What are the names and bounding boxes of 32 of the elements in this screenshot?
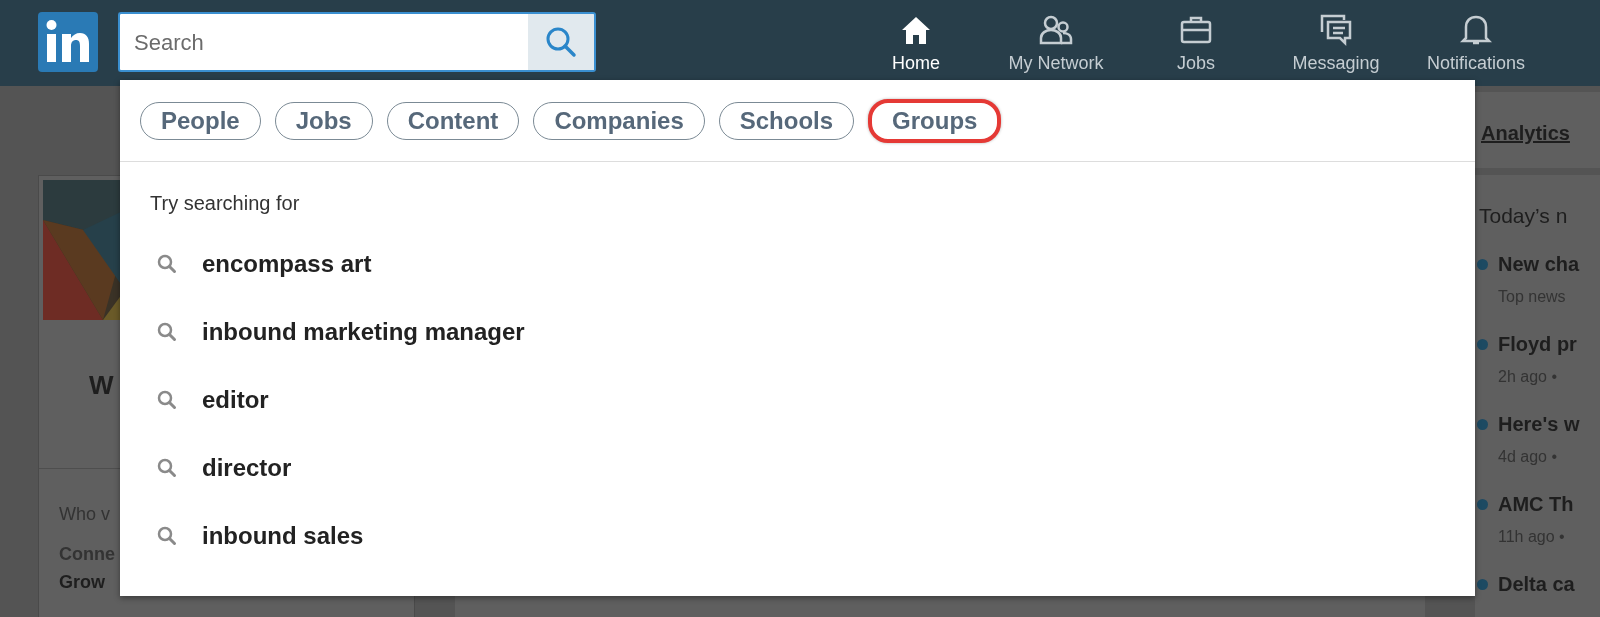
suggestion-item[interactable]: inbound sales <box>120 502 1475 570</box>
bullet-icon <box>1477 339 1488 350</box>
bullet-icon <box>1477 499 1488 510</box>
chat-icon <box>1318 12 1354 48</box>
search-icon <box>156 457 178 479</box>
filter-pill[interactable]: Companies <box>533 101 705 140</box>
profile-name: W <box>89 369 114 402</box>
nav-tab[interactable]: Home <box>846 12 986 77</box>
filter-pill[interactable]: Content <box>386 101 520 140</box>
nav-tab[interactable]: Jobs <box>1126 12 1266 77</box>
suggestion-item[interactable]: inbound marketing manager <box>120 298 1475 366</box>
bullet-icon <box>1477 259 1488 270</box>
nav-tab[interactable]: Notifications <box>1406 12 1546 77</box>
suggestions-title: Try searching for <box>149 191 301 216</box>
filter-pill[interactable]: Jobs <box>274 101 373 140</box>
stat-value: Grow <box>59 571 105 594</box>
search-icon <box>156 321 178 343</box>
suggestion-item[interactable]: director <box>120 434 1475 502</box>
suggestion-item[interactable]: editor <box>120 366 1475 434</box>
search-icon <box>156 253 178 275</box>
news-title: Today’s n <box>1479 203 1568 229</box>
bullet-icon <box>1477 419 1488 430</box>
search-icon <box>156 525 178 547</box>
nav-tab[interactable]: My Network <box>986 12 1126 77</box>
filter-pill[interactable]: Groups <box>868 98 1002 143</box>
bullet-icon <box>1477 579 1488 590</box>
suggestion-item[interactable]: encompass art <box>120 230 1475 298</box>
logo-icon[interactable] <box>38 12 98 72</box>
filter-pill[interactable]: People <box>140 101 261 140</box>
search-icon <box>156 389 178 411</box>
filter-pill[interactable]: Schools <box>718 101 855 140</box>
nav-tab[interactable]: Messaging <box>1266 12 1406 77</box>
